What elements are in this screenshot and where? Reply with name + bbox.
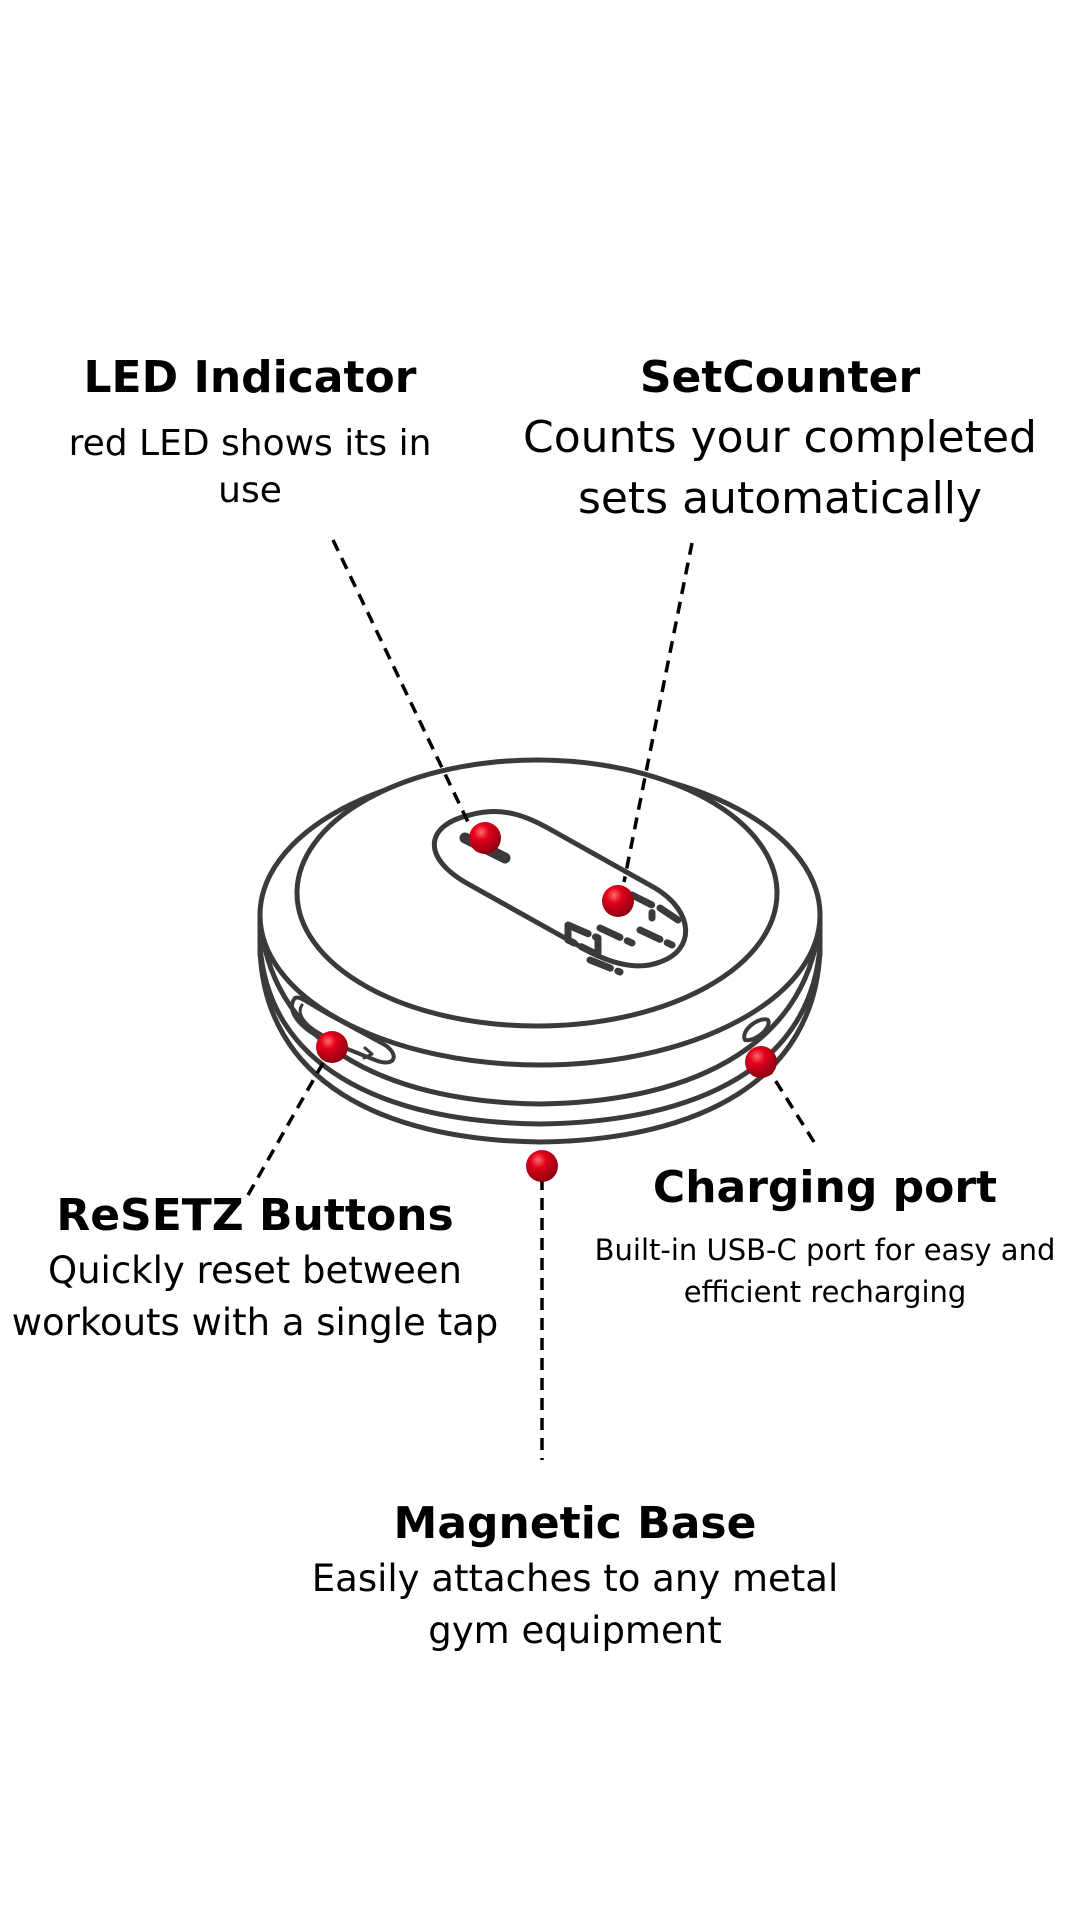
callout-reset-buttons-description: Quickly reset between workouts with a si… <box>11 1248 499 1345</box>
callout-reset-buttons: ReSETZ Buttons Quickly reset between wor… <box>10 1190 500 1350</box>
marker-base <box>526 1150 558 1182</box>
callout-magnetic-base-title: Magnetic Base <box>393 1498 757 1549</box>
callout-led: LED Indicator red LED shows its in use <box>40 352 460 514</box>
device-body <box>257 757 823 1145</box>
marker-port <box>745 1046 777 1078</box>
callout-charging-port: Charging port Built-in USB-C port for ea… <box>580 1162 1070 1313</box>
leader-line-port <box>768 1071 816 1143</box>
callout-set-counter-description: Counts your completed sets automatically <box>523 411 1037 525</box>
callout-magnetic-base: Magnetic Base Easily attaches to any met… <box>290 1498 860 1658</box>
leader-line-led <box>331 539 470 823</box>
callout-magnetic-base-description: Easily attaches to any metal gym equipme… <box>311 1556 839 1653</box>
callout-charging-port-title: Charging port <box>652 1162 998 1213</box>
marker-reset <box>316 1031 348 1063</box>
callout-led-description: red LED shows its in use <box>68 422 432 511</box>
marker-led <box>469 822 501 854</box>
callout-led-title: LED Indicator <box>83 352 417 403</box>
callout-reset-buttons-title: ReSETZ Buttons <box>56 1190 454 1241</box>
callout-charging-port-description: Built-in USB-C port for easy and efficie… <box>594 1232 1056 1309</box>
callout-set-counter-title: SetCounter <box>639 352 921 403</box>
marker-counter <box>602 885 634 917</box>
callout-set-counter: SetCounter Counts your completed sets au… <box>500 352 1060 530</box>
